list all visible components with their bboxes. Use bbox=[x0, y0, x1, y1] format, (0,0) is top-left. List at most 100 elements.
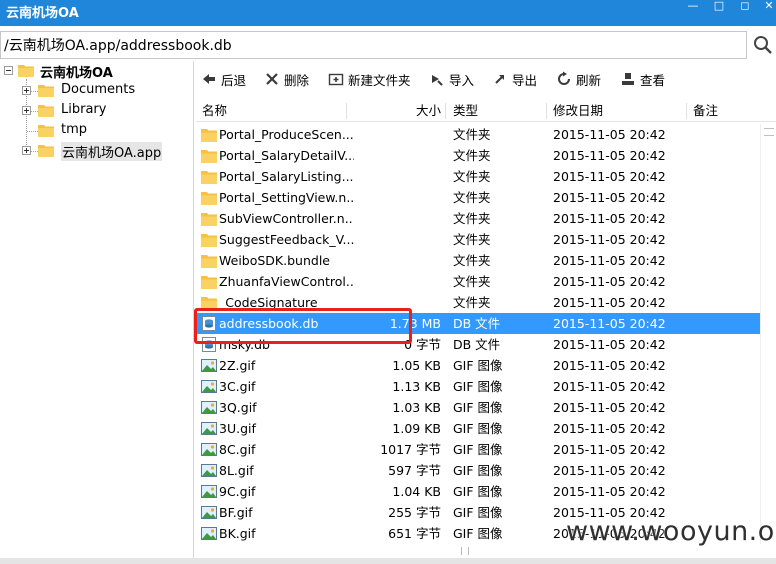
scroll-grip[interactable] bbox=[461, 547, 469, 555]
table-row[interactable]: 8L.gif 597 字节 GIF 图像 2015-11-05 20:42 bbox=[196, 460, 760, 481]
table-row[interactable]: 3Q.gif 1.03 KB GIF 图像 2015-11-05 20:42 bbox=[196, 397, 760, 418]
vertical-scrollbar[interactable] bbox=[760, 124, 776, 544]
file-name: 8C.gif bbox=[219, 442, 256, 457]
file-type: 文件夹 bbox=[453, 190, 491, 205]
file-date: 2015-11-05 20:42 bbox=[553, 274, 666, 289]
folder-icon bbox=[201, 234, 217, 247]
status-strip bbox=[0, 558, 776, 564]
file-size: 1.03 KB bbox=[392, 400, 441, 415]
file-type: 文件夹 bbox=[453, 274, 491, 289]
close-x-icon bbox=[266, 73, 278, 85]
expand-toggle[interactable] bbox=[22, 86, 31, 95]
image-icon bbox=[201, 359, 217, 372]
table-row[interactable]: SuggestFeedback_V... 文件夹 2015-11-05 20:42 bbox=[196, 229, 760, 250]
column-header: 名称 大小 类型 修改日期 备注 bbox=[196, 100, 776, 122]
file-type: 文件夹 bbox=[453, 169, 491, 184]
file-date: 2015-11-05 20:42 bbox=[553, 316, 666, 331]
file-date: 2015-11-05 20:42 bbox=[553, 127, 666, 142]
import-button[interactable]: 导入 bbox=[429, 66, 474, 92]
column-size[interactable]: 大小 bbox=[416, 100, 441, 122]
tree-item-tmp[interactable]: tmp bbox=[0, 121, 190, 141]
table-row[interactable]: WeiboSDK.bundle 文件夹 2015-11-05 20:42 bbox=[196, 250, 760, 271]
table-row[interactable]: SubViewController.n... 文件夹 2015-11-05 20:4… bbox=[196, 208, 760, 229]
column-type[interactable]: 类型 bbox=[453, 100, 478, 122]
file-date: 2015-11-05 20:42 bbox=[553, 190, 666, 205]
table-row[interactable]: Portal_ProduceScen... 文件夹 2015-11-05 20:42 bbox=[196, 124, 760, 145]
tree-item-documents[interactable]: Documents bbox=[0, 81, 190, 101]
maximize-button[interactable]: □ bbox=[708, 0, 730, 14]
file-size: 1.09 KB bbox=[392, 421, 441, 436]
table-row[interactable]: 2Z.gif 1.05 KB GIF 图像 2015-11-05 20:42 bbox=[196, 355, 760, 376]
file-type: DB 文件 bbox=[453, 316, 501, 331]
table-row[interactable]: 9C.gif 1.04 KB GIF 图像 2015-11-05 20:42 bbox=[196, 481, 760, 502]
file-size bbox=[356, 210, 441, 228]
file-name: 3Q.gif bbox=[219, 400, 257, 415]
file-name: ZhuanfaViewControl... bbox=[219, 274, 354, 289]
folder-icon bbox=[38, 105, 54, 117]
table-row[interactable]: 8C.gif 1017 字节 GIF 图像 2015-11-05 20:42 bbox=[196, 439, 760, 460]
file-size: 651 字节 bbox=[388, 526, 441, 541]
column-modified[interactable]: 修改日期 bbox=[553, 100, 603, 122]
file-name: 9C.gif bbox=[219, 484, 256, 499]
minimize-button[interactable]: — bbox=[682, 0, 704, 14]
collapse-toggle[interactable] bbox=[4, 66, 13, 75]
watermark: www.wooyun.org bbox=[566, 516, 776, 547]
table-row[interactable]: Portal_SalaryListing... 文件夹 2015-11-05 20:… bbox=[196, 166, 760, 187]
refresh-icon bbox=[558, 71, 570, 85]
file-type: GIF 图像 bbox=[453, 379, 503, 394]
back-button[interactable]: 后退 bbox=[201, 66, 246, 92]
tree-item-library[interactable]: Library bbox=[0, 101, 190, 121]
image-icon bbox=[201, 464, 217, 477]
file-name: Portal_SettingView.n... bbox=[219, 190, 354, 205]
scroll-grip[interactable] bbox=[764, 128, 774, 136]
file-size bbox=[356, 126, 441, 144]
column-name[interactable]: 名称 bbox=[202, 100, 227, 122]
folder-icon bbox=[38, 145, 54, 157]
table-row[interactable]: Portal_SettingView.n... 文件夹 2015-11-05 20:… bbox=[196, 187, 760, 208]
file-type: GIF 图像 bbox=[453, 484, 503, 499]
file-date: 2015-11-05 20:42 bbox=[553, 337, 666, 352]
file-name: SubViewController.n... bbox=[219, 211, 354, 226]
table-row[interactable]: 3C.gif 1.13 KB GIF 图像 2015-11-05 20:42 bbox=[196, 376, 760, 397]
tree-item-label: tmp bbox=[61, 122, 88, 137]
file-type: 文件夹 bbox=[453, 253, 491, 268]
folder-icon bbox=[201, 276, 217, 289]
arrow-left-icon bbox=[203, 74, 215, 84]
refresh-button[interactable]: 刷新 bbox=[556, 66, 601, 92]
file-type: GIF 图像 bbox=[453, 358, 503, 373]
tree-item-app[interactable]: 云南机场OA.app bbox=[0, 141, 190, 161]
expand-toggle[interactable] bbox=[22, 146, 31, 155]
file-name: 3C.gif bbox=[219, 379, 256, 394]
view-button[interactable]: 查看 bbox=[620, 66, 665, 92]
table-row[interactable]: 3U.gif 1.09 KB GIF 图像 2015-11-05 20:42 bbox=[196, 418, 760, 439]
export-button[interactable]: 导出 bbox=[492, 66, 537, 92]
expand-toggle[interactable] bbox=[22, 106, 31, 115]
image-icon bbox=[201, 485, 217, 498]
search-button[interactable] bbox=[749, 31, 776, 59]
delete-button[interactable]: 删除 bbox=[264, 66, 309, 92]
folder-icon bbox=[201, 192, 217, 205]
restore-button[interactable]: ◻ bbox=[734, 0, 756, 14]
tree-root[interactable]: 云南机场OA bbox=[0, 61, 190, 81]
file-type: GIF 图像 bbox=[453, 505, 503, 520]
folder-icon bbox=[201, 150, 217, 163]
file-date: 2015-11-05 20:42 bbox=[553, 232, 666, 247]
table-row[interactable]: ZhuanfaViewControl... 文件夹 2015-11-05 20:42 bbox=[196, 271, 760, 292]
column-note[interactable]: 备注 bbox=[693, 100, 718, 122]
table-row[interactable]: Portal_SalaryDetailV... 文件夹 2015-11-05 20:… bbox=[196, 145, 760, 166]
new-folder-button[interactable]: 新建文件夹 bbox=[328, 66, 411, 92]
title-bar: 云南机场OA — □ ◻ ✕ bbox=[0, 0, 776, 26]
file-name: BF.gif bbox=[219, 505, 253, 520]
file-type: 文件夹 bbox=[453, 295, 491, 310]
export-label: 导出 bbox=[512, 72, 538, 88]
file-size: 1017 字节 bbox=[380, 442, 441, 457]
toolbar: 后退 删除 新建文件夹 导入 导出 刷新 查看 bbox=[196, 66, 776, 94]
file-date: 2015-11-05 20:42 bbox=[553, 379, 666, 394]
folder-icon bbox=[201, 129, 217, 142]
window-title: 云南机场OA bbox=[6, 6, 79, 21]
file-date: 2015-11-05 20:42 bbox=[553, 358, 666, 373]
close-button[interactable]: ✕ bbox=[758, 0, 776, 14]
import-icon bbox=[432, 75, 443, 86]
file-name: 2Z.gif bbox=[219, 358, 256, 373]
address-input[interactable] bbox=[0, 31, 747, 59]
